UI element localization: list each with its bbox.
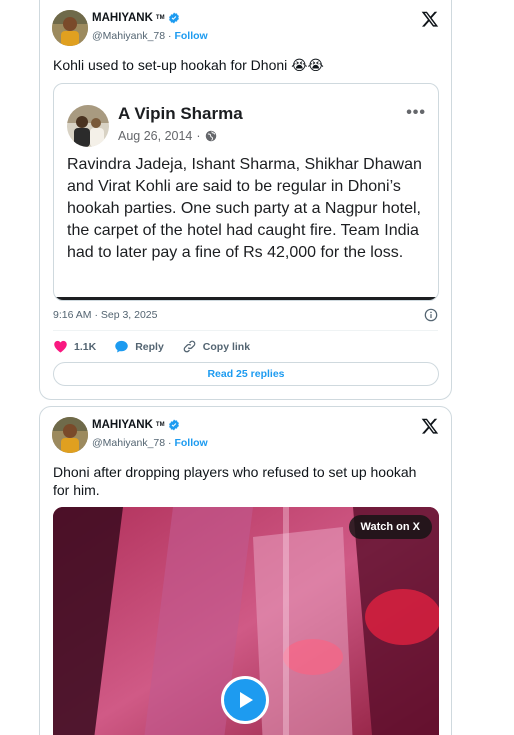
quote-meta: Aug 26, 2014 · [118,129,217,143]
follow-button[interactable]: Follow [174,437,207,449]
like-button[interactable]: 1.1K [53,339,96,354]
info-icon[interactable] [424,308,438,322]
tweet-card: MAHIYANK TM @Mahiyank_78 · Follow Dhoni a… [39,406,452,735]
avatar[interactable] [52,417,88,453]
tweet-text: Dhoni after dropping players who refused… [53,464,417,498]
handle[interactable]: @Mahiyank_78 [92,30,165,42]
reply-icon [115,340,128,353]
verified-badge-icon [168,12,179,24]
quote-author-name: A Vipin Sharma [118,104,243,123]
link-icon [183,340,196,353]
read-replies-button[interactable]: Read 25 replies [53,362,439,386]
display-name[interactable]: MAHIYANK TM [92,12,180,24]
x-logo-icon[interactable] [421,10,439,28]
tweet-card: MAHIYANK TM @Mahiyank_78 · Follow Kohli u… [39,0,452,400]
handle[interactable]: @Mahiyank_78 [92,437,165,449]
x-logo-icon[interactable] [421,417,439,435]
avatar[interactable] [52,10,88,46]
handle-line: @Mahiyank_78 · Follow [92,437,208,449]
follow-button[interactable]: Follow [174,30,207,42]
quote-avatar [67,105,109,147]
tweet-text: Kohli used to set-up hookah for Dhoni 😭😭 [53,57,324,73]
quoted-post[interactable]: A Vipin Sharma Aug 26, 2014 · ••• Ravind… [53,83,439,301]
divider [53,330,438,331]
quote-body: Ravindra Jadeja, Ishant Sharma, Shikhar … [67,156,422,261]
reply-button[interactable]: Reply [114,339,164,354]
watch-on-x-button[interactable]: Watch on X [348,515,432,539]
likes-count: 1.1K [74,340,97,353]
copy-link-button[interactable]: Copy link [182,339,250,354]
handle-line: @Mahiyank_78 · Follow [92,30,208,42]
action-bar: 1.1K Reply Copy link [53,339,268,354]
play-icon[interactable] [221,676,269,724]
timestamp[interactable]: 9:16 AM · Sep 3, 2025 [53,309,158,321]
video-player[interactable]: Watch on X [53,507,439,735]
globe-icon [205,130,216,142]
verified-badge-icon [168,419,179,431]
display-name[interactable]: MAHIYANK TM [92,419,180,431]
quote-date: Aug 26, 2014 [118,129,193,143]
more-icon[interactable]: ••• [406,104,426,122]
heart-icon [54,340,67,353]
